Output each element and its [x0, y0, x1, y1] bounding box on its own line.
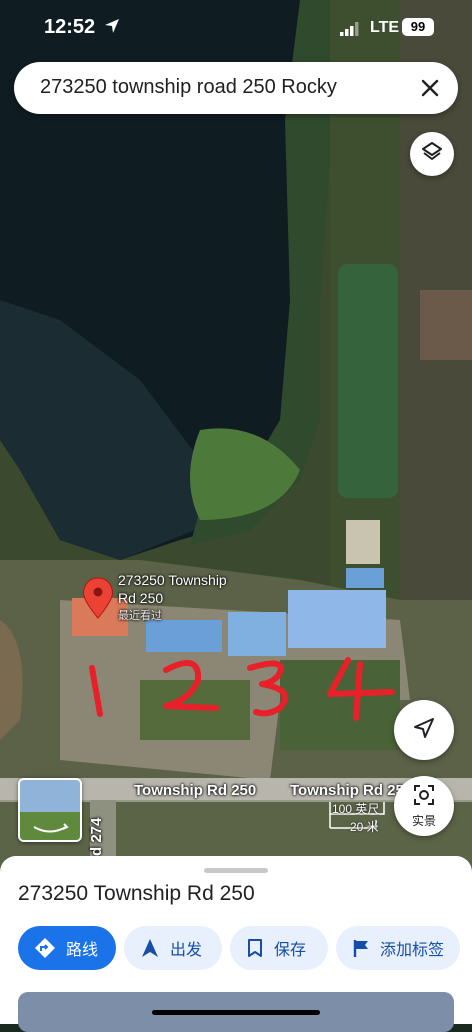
- live-view-label: 实景: [411, 813, 436, 828]
- scale-feet: 100 英尺: [332, 802, 380, 816]
- location-arrow-icon: [104, 18, 120, 39]
- save-button[interactable]: 保存: [230, 926, 328, 970]
- directions-icon: [34, 937, 56, 959]
- camera-scan-icon: [413, 784, 435, 811]
- add-label-button[interactable]: 添加标签: [336, 926, 460, 970]
- home-indicator[interactable]: [152, 1010, 320, 1015]
- search-input[interactable]: 273250 township road 250 Rocky: [40, 76, 370, 99]
- flag-icon: [352, 938, 370, 958]
- place-sheet[interactable]: 273250 Township Rd 250 路线 出发 保存 添加标签: [0, 856, 472, 1032]
- battery-icon: 99: [402, 18, 434, 36]
- directions-button[interactable]: 路线: [18, 926, 116, 970]
- signal-icon: [340, 22, 360, 36]
- pin-title: 273250 Township Rd 250: [118, 572, 227, 606]
- network-type: LTE: [370, 19, 400, 36]
- add-label-label: 添加标签: [380, 942, 445, 959]
- pin-label[interactable]: 273250 Township Rd 250 最近看过: [118, 571, 248, 625]
- layers-icon: [421, 141, 443, 168]
- start-button[interactable]: 出发: [124, 926, 222, 970]
- navigation-arrow-icon: [413, 717, 435, 744]
- road-label: Township Rd 250: [134, 782, 257, 799]
- status-time: 12:52: [44, 16, 96, 38]
- road-label: d 274: [88, 817, 105, 856]
- start-label: 出发: [170, 942, 203, 959]
- my-location-button[interactable]: [394, 700, 454, 760]
- street-view-thumbnail[interactable]: [18, 778, 82, 842]
- close-icon[interactable]: [414, 72, 446, 104]
- scale-meters: 20 米: [350, 820, 379, 834]
- live-view-button[interactable]: 实景: [394, 776, 454, 836]
- map-scale: 100 英尺 20 米: [306, 800, 386, 834]
- road-label: Township Rd 250: [290, 782, 413, 799]
- directions-label: 路线: [66, 942, 99, 959]
- search-bar[interactable]: 273250 township road 250 Rocky: [14, 62, 458, 114]
- sheet-drag-handle[interactable]: [204, 868, 268, 873]
- place-title: 273250 Township Rd 250: [18, 882, 255, 905]
- pin-subtitle: 最近看过: [118, 610, 162, 622]
- navigation-icon: [140, 938, 160, 958]
- layers-button[interactable]: [410, 132, 454, 176]
- bookmark-icon: [246, 938, 264, 958]
- status-bar: 12:52 LTE 99: [0, 0, 472, 56]
- save-label: 保存: [274, 942, 307, 959]
